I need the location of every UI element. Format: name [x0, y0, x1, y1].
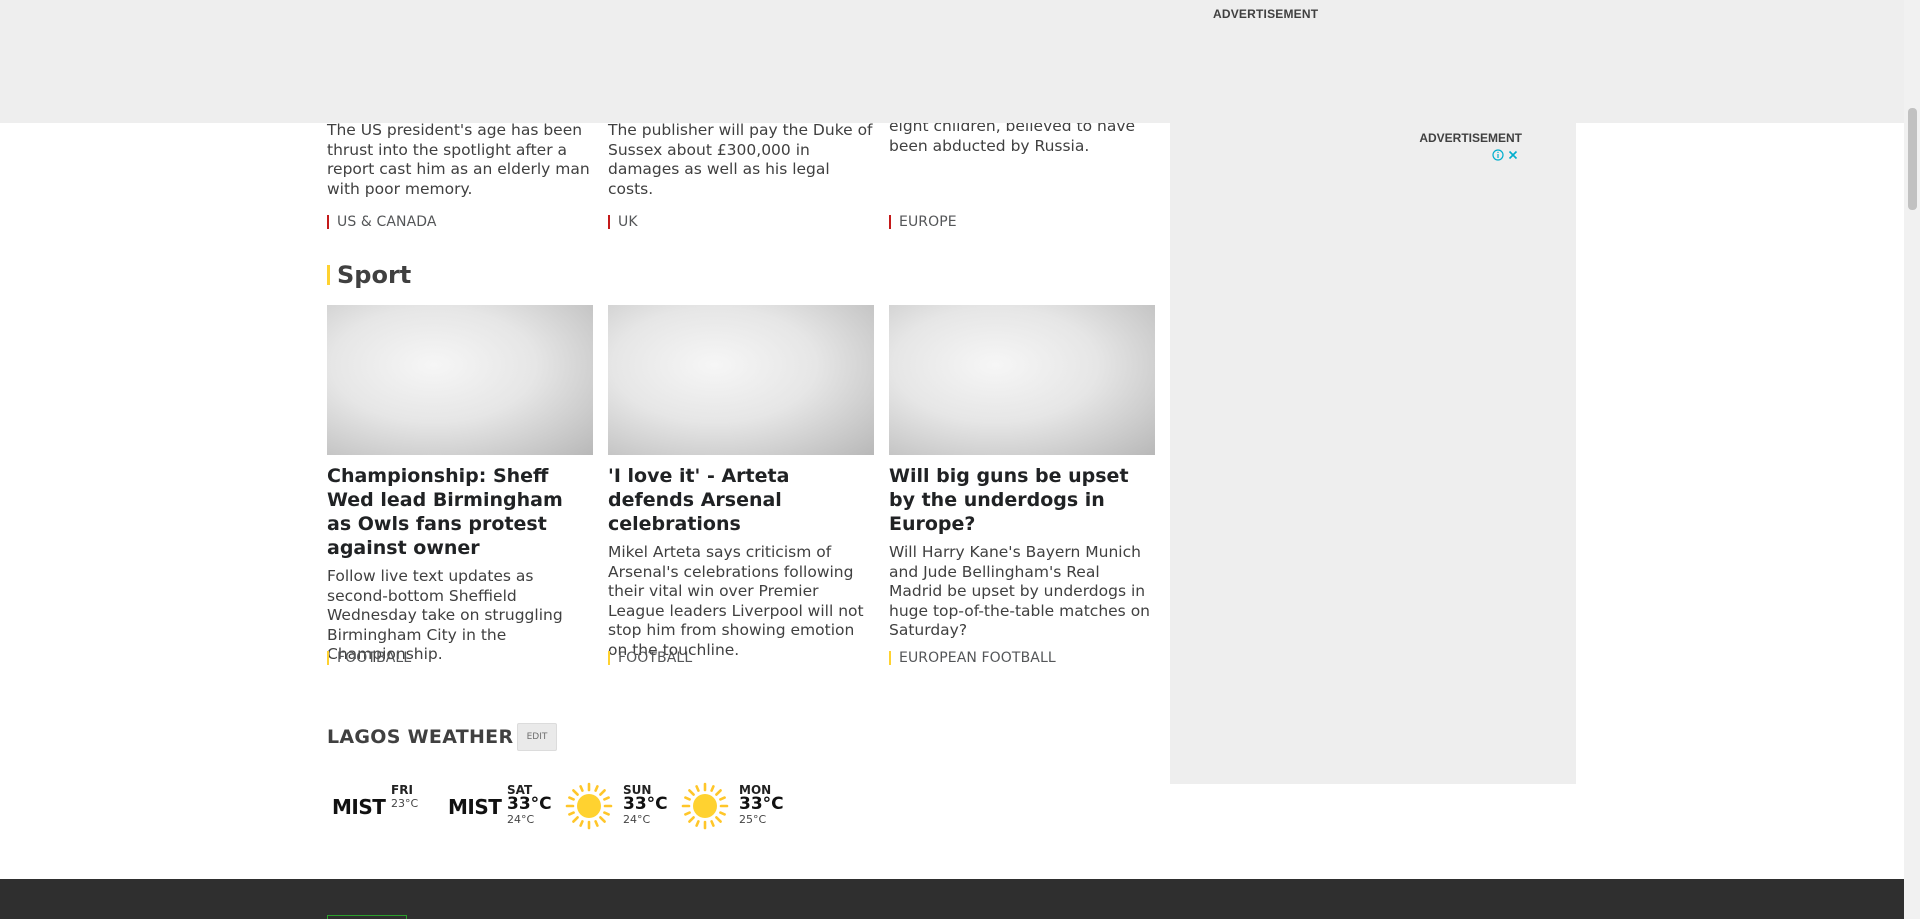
sport-card[interactable]: 'I love it' - Arteta defends Arsenal cel…: [608, 305, 874, 660]
article-headline[interactable]: 'I love it' - Arteta defends Arsenal cel…: [608, 464, 874, 536]
news-tag[interactable]: US & CANADA: [327, 214, 437, 230]
scrollbar-thumb[interactable]: [1908, 108, 1917, 210]
sport-section-heading[interactable]: Sport: [327, 261, 411, 289]
sun-icon: [681, 782, 729, 830]
news-tag[interactable]: UK: [608, 214, 638, 230]
article-summary: Mikel Arteta says criticism of Arsenal's…: [608, 543, 864, 659]
article-headline[interactable]: Will big guns be upset by the underdogs …: [889, 464, 1155, 536]
weather-day[interactable]: MIST SAT 33°C 24°C: [443, 780, 553, 830]
news-tag[interactable]: EUROPE: [889, 214, 957, 230]
news-card[interactable]: The publisher will pay the Duke of Susse…: [608, 121, 874, 199]
advertisement-label: ADVERTISEMENT: [1419, 131, 1522, 145]
sport-card[interactable]: Championship: Sheff Wed lead Birmingham …: [327, 305, 593, 665]
weather-high: 33°C: [507, 794, 552, 814]
mist-icon: MIST: [332, 795, 386, 819]
weather-title[interactable]: LAGOS WEATHER: [327, 726, 513, 748]
weather-day[interactable]: MON 33°C 25°C: [675, 780, 785, 830]
weather-day-name: FRI: [391, 783, 413, 797]
weather-low: 24°C: [623, 813, 651, 826]
weather-edit-button[interactable]: EDIT: [517, 723, 557, 751]
sport-tag[interactable]: EUROPEAN FOOTBALL: [889, 650, 1056, 666]
article-image-placeholder[interactable]: [608, 305, 874, 455]
news-card[interactable]: The US president's age has been thrust i…: [327, 121, 593, 199]
top-advertisement-banner[interactable]: ADVERTISEMENT: [0, 0, 1904, 123]
close-icon[interactable]: [1508, 150, 1518, 160]
weather-low: 25°C: [739, 813, 767, 826]
news-summary: The publisher will pay the Duke of Susse…: [608, 121, 873, 198]
info-icon[interactable]: [1492, 149, 1504, 161]
vertical-scrollbar[interactable]: [1904, 0, 1920, 919]
weather-day[interactable]: MIST FRI 23°C: [327, 780, 437, 830]
mist-icon: MIST: [448, 795, 502, 819]
sport-card[interactable]: Will big guns be upset by the underdogs …: [889, 305, 1155, 641]
advertisement-label: ADVERTISEMENT: [1213, 7, 1319, 21]
article-image-placeholder[interactable]: [889, 305, 1155, 455]
article-summary: Will Harry Kane's Bayern Munich and Jude…: [889, 543, 1150, 639]
weather-high: 33°C: [623, 794, 668, 814]
sport-tag[interactable]: FOOTBALL: [327, 650, 411, 666]
site-footer: [0, 879, 1904, 919]
footer-logo-outline[interactable]: [327, 915, 407, 919]
weather-high: 33°C: [739, 794, 784, 814]
sport-tag[interactable]: FOOTBALL: [608, 650, 692, 666]
article-headline[interactable]: Championship: Sheff Wed lead Birmingham …: [327, 464, 593, 560]
news-summary: The US president's age has been thrust i…: [327, 121, 590, 198]
sun-icon: [565, 782, 613, 830]
weather-low: 24°C: [507, 813, 535, 826]
weather-day[interactable]: SUN 33°C 24°C: [559, 780, 669, 830]
weather-low: 23°C: [391, 797, 419, 810]
ad-choices[interactable]: [1492, 148, 1522, 162]
article-image-placeholder[interactable]: [327, 305, 593, 455]
sidebar-advertisement[interactable]: ADVERTISEMENT: [1170, 123, 1576, 784]
